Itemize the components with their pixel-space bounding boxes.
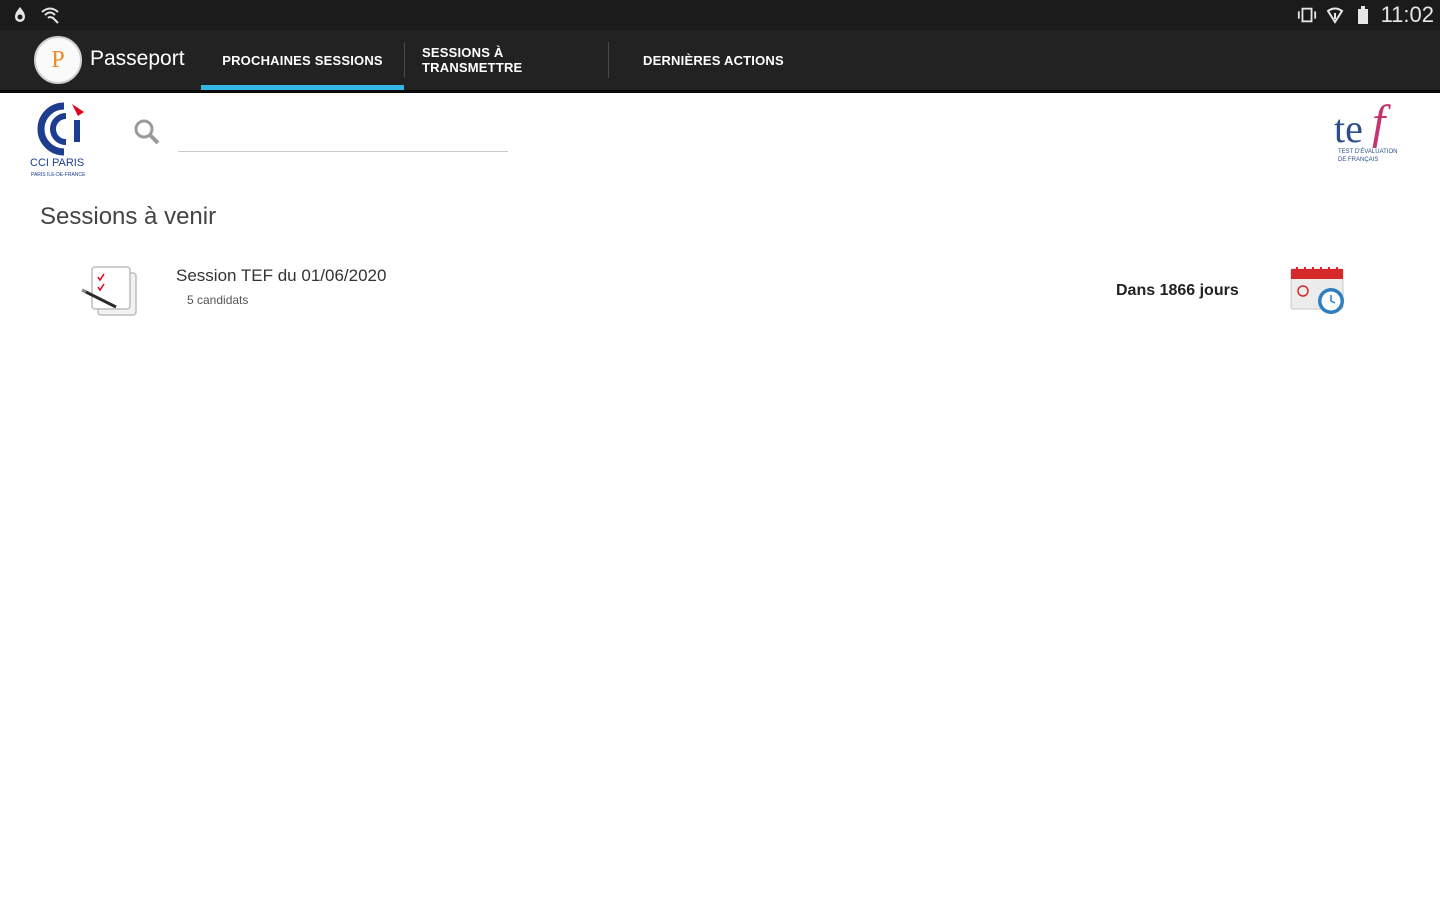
calendar-clock-icon [1290,267,1344,314]
app-logo[interactable]: P [34,36,82,84]
status-time: 11:02 [1380,2,1434,27]
tab-label: PROCHAINES SESSIONS [222,52,383,68]
tab-prochaines-sessions[interactable]: PROCHAINES SESSIONS [201,30,404,90]
battery-icon [1357,6,1368,24]
session-days-remaining: Dans 1866 jours [1116,282,1239,299]
status-bar-right: 11:02 [1297,2,1434,28]
status-bar-left [10,5,60,25]
search-icon[interactable] [132,117,162,147]
session-candidates: 5 candidats [187,293,249,307]
tab-sessions-a-transmettre[interactable]: SESSIONS À TRANSMETTRE [422,30,602,90]
app-logo-letter: P [51,46,65,73]
svg-text:f: f [1372,100,1391,149]
session-name: Session TEF du 01/06/2020 [176,266,387,285]
session-list-item[interactable]: Session TEF du 01/06/2020 5 candidats Da… [60,255,1380,327]
session-document-icon [81,266,137,316]
notification-icon [15,7,25,22]
tab-label-line2: TRANSMETTRE [422,60,523,75]
search-input[interactable] [178,112,508,152]
cci-paris-logo: CCI PARIS PARIS ILE-DE-FRANCE [30,102,86,178]
cci-subcaption: PARIS ILE-DE-FRANCE [31,172,86,178]
status-bar: 11:02 [0,0,1440,30]
action-bar-shadow [0,90,1440,93]
tab-divider [404,42,405,78]
tef-logo: te f TEST D'ÉVALUATION DE FRANÇAIS [1334,100,1398,163]
section-title: Sessions à venir [40,203,217,230]
wifi-icon [1326,7,1343,24]
tab-label: DERNIÈRES ACTIONS [643,52,784,68]
wifi-signal-icon [41,7,59,24]
tab-dernieres-actions[interactable]: DERNIÈRES ACTIONS [643,30,843,90]
app-title: Passeport [90,47,185,70]
cci-caption: CCI PARIS [30,157,84,169]
svg-text:te: te [1334,106,1363,151]
tab-divider [608,42,609,78]
tef-caption-1: TEST D'ÉVALUATION [1338,148,1398,155]
tef-caption-2: DE FRANÇAIS [1338,157,1378,163]
vibrate-icon [1297,7,1316,23]
tab-label-line1: SESSIONS À [422,45,504,60]
